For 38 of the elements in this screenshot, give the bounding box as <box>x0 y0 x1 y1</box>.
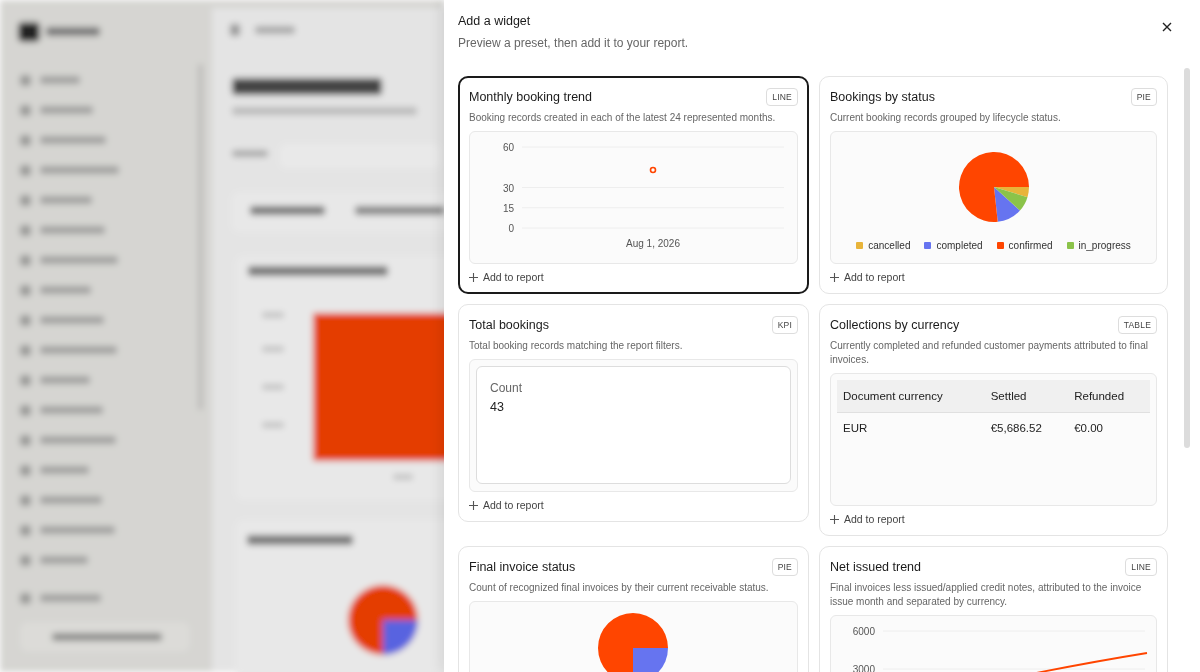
table-cell: €0.00 <box>1068 412 1150 443</box>
widget-title: Bookings by status <box>830 90 935 104</box>
chart-type-badge: PIE <box>1130 88 1157 106</box>
widget-description: Total booking records matching the report filters. <box>469 339 684 353</box>
widget-description: Count of recognized final invoices by their current receivable status. <box>469 581 770 595</box>
table-cell: EUR <box>837 412 985 443</box>
legend-item: confirmed <box>996 240 1053 251</box>
kpi-value: 43 <box>490 400 505 414</box>
dialog-title: Add a widget <box>458 14 532 28</box>
axis-tick-label: 0 <box>508 223 514 234</box>
widget-title: Monthly booking trend <box>469 90 592 104</box>
column-header: Refunded <box>1068 380 1150 413</box>
axis-tick-label: 6000 <box>852 626 875 637</box>
column-header: Settled <box>984 380 1069 413</box>
table-cell: €5,686.52 <box>984 412 1069 443</box>
chart-type-badge: TABLE <box>1117 316 1157 334</box>
axis-tick-label: 30 <box>502 182 514 194</box>
legend-item: cancelled <box>856 240 911 251</box>
chart-type-badge: KPI <box>771 316 798 334</box>
kpi-label: Count <box>490 381 524 395</box>
widget-title: Total bookings <box>469 318 549 332</box>
chart-type-badge: PIE <box>771 558 798 576</box>
widget-description: Booking records created in each of the latest 24 represented months. <box>469 111 777 125</box>
chart-type-badge: LINE <box>1125 558 1157 576</box>
widget-title: Net issued trend <box>830 560 922 574</box>
widget-description: Final invoices less issued/applied credit notes, attributed to the invoice issue month and separated by currency. <box>830 581 1143 609</box>
legend-item: in_progress <box>1066 240 1131 251</box>
legend-item: completed <box>924 240 983 251</box>
widget-description: Current booking records grouped by lifecycle status. <box>830 111 1062 125</box>
chart-type-badge: LINE <box>766 88 798 106</box>
widget-title: Final invoice status <box>469 560 576 574</box>
axis-tick-label: 15 <box>502 202 514 214</box>
axis-tick-label: 60 <box>502 142 514 153</box>
widget-description: Currently completed and refunded customer payments attributed to final invoices. <box>830 339 1149 367</box>
widget-title: Collections by currency <box>830 318 960 332</box>
axis-tick-label: Aug 1, 2026 <box>626 238 680 249</box>
dialog-subtitle: Preview a preset, then add it to your report. <box>458 36 689 50</box>
column-header: Document currency <box>837 380 985 413</box>
